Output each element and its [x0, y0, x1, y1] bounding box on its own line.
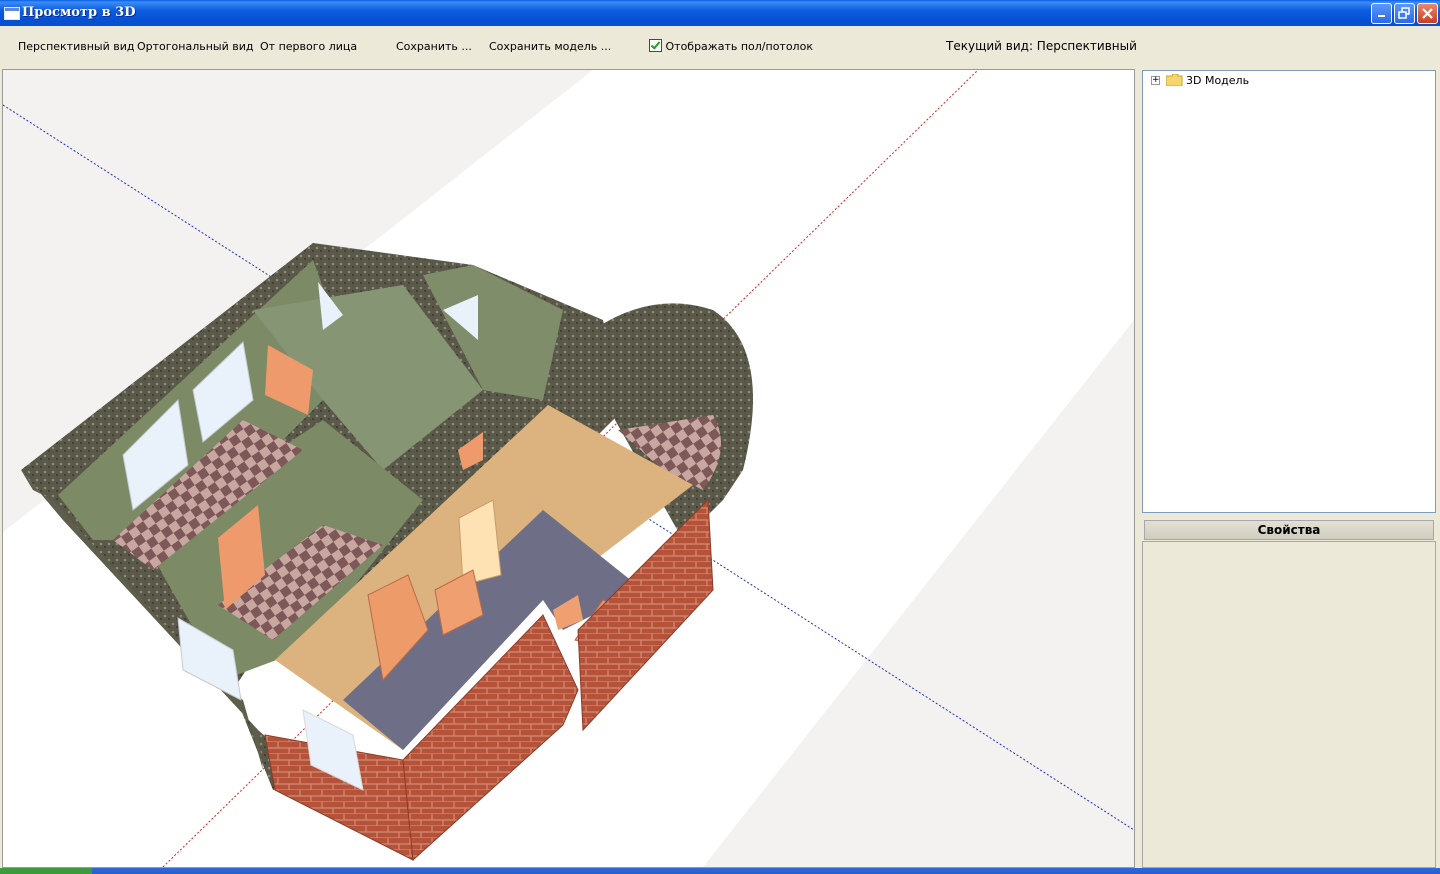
save-button[interactable]: Сохранить ...: [396, 40, 472, 53]
3d-viewport[interactable]: [2, 69, 1135, 868]
window-title: Просмотр в 3D: [22, 5, 136, 20]
close-button[interactable]: [1417, 3, 1438, 24]
save-model-button[interactable]: Сохранить модель ...: [489, 40, 611, 53]
taskbar: [0, 868, 1440, 874]
panel-splitter[interactable]: [1136, 69, 1140, 869]
current-view-status: Текущий вид: Перспективный: [946, 39, 1137, 53]
window-icon: [4, 7, 20, 20]
minimize-button[interactable]: [1371, 3, 1392, 24]
checkbox-checked-icon: [649, 39, 662, 52]
restore-button[interactable]: [1394, 3, 1415, 24]
minimize-icon: [1378, 15, 1385, 17]
show-floor-ceiling-checkbox[interactable]: Отображать пол/потолок: [649, 39, 813, 53]
folder-icon: [1166, 74, 1183, 86]
perspective-view-button[interactable]: Перспективный вид: [18, 40, 134, 53]
properties-panel: [1142, 541, 1436, 868]
show-floor-ceiling-label: Отображать пол/потолок: [665, 40, 813, 53]
restore-icon: [1398, 7, 1410, 19]
toolbar: Перспективный вид Ортогональный вид От п…: [0, 26, 1440, 68]
orthogonal-view-button[interactable]: Ортогональный вид: [137, 40, 254, 53]
properties-header: Свойства: [1144, 520, 1434, 540]
tree-node-3d-model[interactable]: 3D Модель: [1186, 74, 1249, 87]
first-person-view-button[interactable]: От первого лица: [260, 40, 357, 53]
close-icon: [1422, 8, 1433, 19]
expand-icon[interactable]: +: [1151, 76, 1160, 85]
model-tree[interactable]: + 3D Модель: [1142, 70, 1436, 513]
start-button[interactable]: [0, 868, 92, 874]
title-bar: Просмотр в 3D: [0, 0, 1440, 26]
